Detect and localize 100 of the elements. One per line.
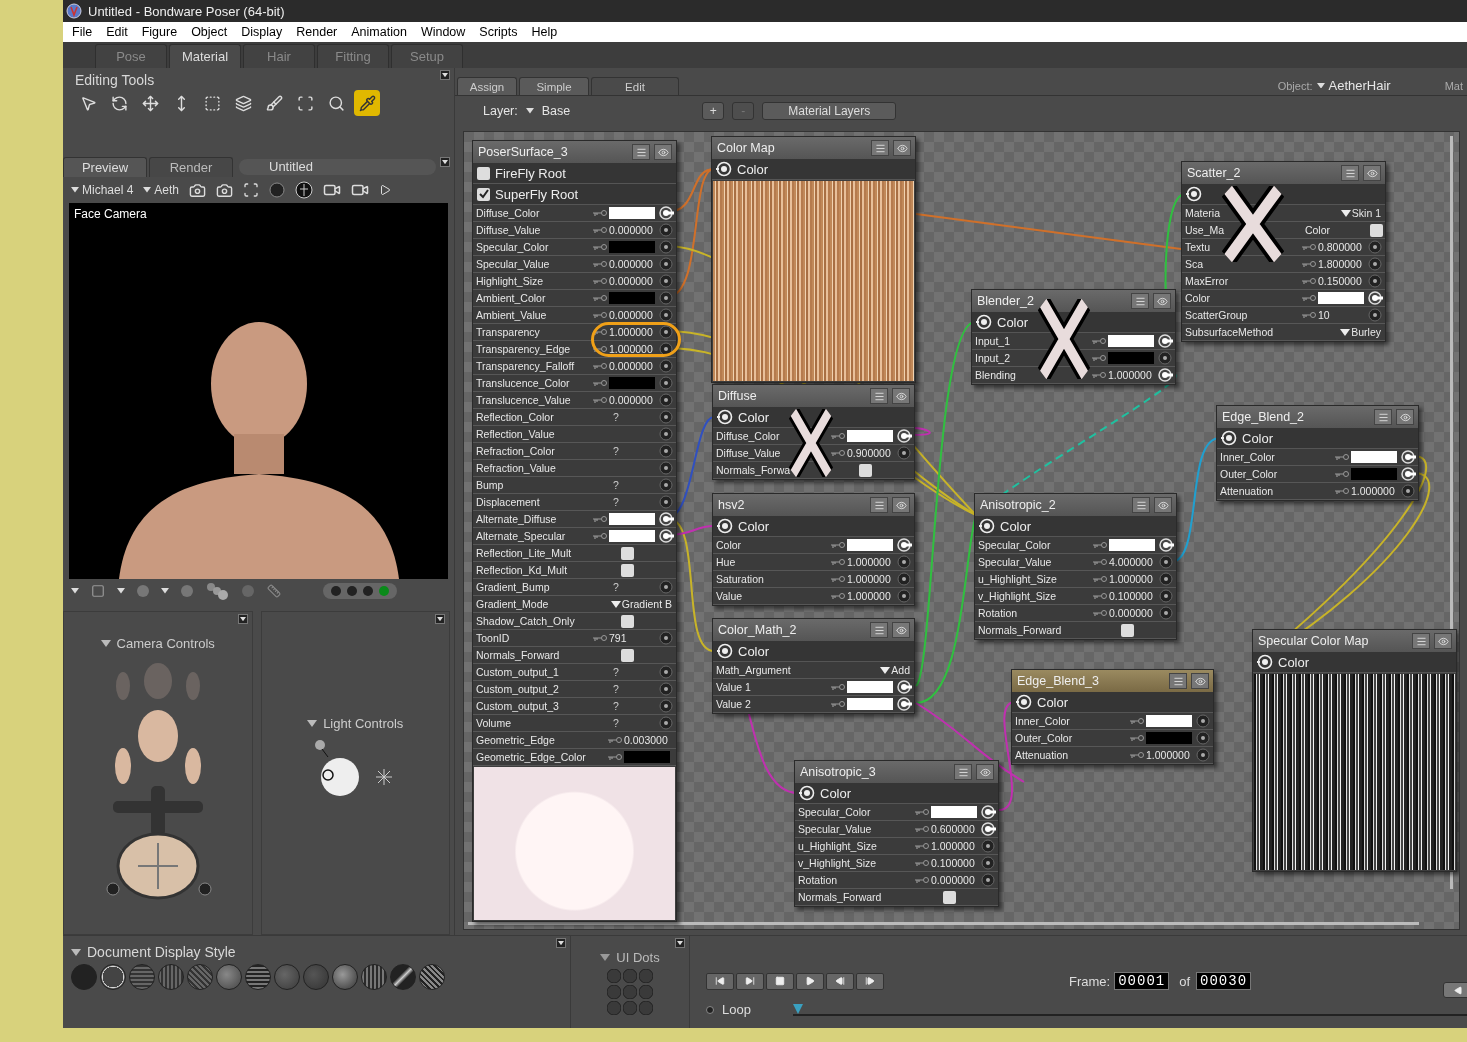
value-field[interactable]: 0.000000 — [609, 360, 659, 372]
color-swatch[interactable] — [609, 292, 655, 304]
eye-icon[interactable] — [892, 622, 910, 638]
editor-tab[interactable]: Simple — [519, 77, 589, 95]
value-field[interactable]: 791 — [609, 632, 659, 644]
eye-icon[interactable] — [892, 497, 910, 513]
color-swatch[interactable] — [1108, 335, 1154, 347]
value-field[interactable]: 1.000000 — [847, 556, 897, 568]
socket-icon[interactable] — [659, 342, 674, 356]
socket-icon[interactable] — [897, 572, 912, 586]
socket-icon[interactable] — [659, 257, 674, 271]
checkbox[interactable] — [477, 166, 490, 180]
layer-dropdown[interactable]: Base — [541, 104, 571, 118]
socket-icon[interactable] — [659, 393, 674, 407]
plug-icon[interactable] — [659, 529, 674, 543]
playback-button[interactable] — [706, 972, 734, 990]
menu-item[interactable]: Figure — [134, 25, 185, 39]
socket-icon[interactable] — [659, 699, 674, 713]
checkbox[interactable] — [943, 890, 956, 904]
value-field[interactable]: 1.800000 — [1318, 258, 1368, 270]
color-swatch[interactable] — [931, 806, 977, 818]
socket-icon[interactable] — [659, 376, 674, 390]
menu-item[interactable]: Help — [524, 25, 565, 39]
node-header[interactable]: Diffuse — [713, 385, 914, 407]
eye-icon[interactable] — [654, 144, 672, 160]
socket-icon[interactable] — [1368, 274, 1383, 288]
socket-icon[interactable] — [659, 308, 674, 322]
value-field[interactable]: 1.000000 — [931, 840, 981, 852]
checkbox[interactable] — [621, 546, 634, 560]
output-socket-icon[interactable] — [1221, 430, 1237, 446]
plug-icon[interactable] — [659, 512, 674, 526]
socket-icon[interactable] — [897, 555, 912, 569]
shader-node[interactable]: Blender_2 Color Input_1 Input_2 Blending 1.000000 — [971, 289, 1176, 385]
camera-icon[interactable] — [216, 181, 234, 199]
value-field[interactable]: 0.900000 — [847, 447, 897, 459]
socket-icon[interactable] — [659, 631, 674, 645]
image-node[interactable]: Color Map Color — [711, 136, 916, 383]
play-icon[interactable] — [379, 184, 392, 196]
menu-item[interactable]: Render — [289, 25, 345, 39]
menu-item[interactable]: File — [65, 25, 100, 39]
playback-button[interactable] — [766, 972, 794, 990]
checkbox[interactable] — [621, 563, 634, 577]
value-field[interactable]: 1.000000 — [609, 343, 659, 355]
socket-icon[interactable] — [659, 427, 674, 441]
socket-icon[interactable] — [981, 873, 996, 887]
eye-icon[interactable] — [1154, 497, 1172, 513]
plug-icon[interactable] — [1158, 334, 1173, 348]
color-swatch[interactable] — [1146, 732, 1192, 744]
preview-tab[interactable]: Preview — [63, 157, 147, 177]
value-field[interactable]: 0.100000 — [1109, 590, 1159, 602]
node-header[interactable]: Edge_Blend_3 — [1012, 670, 1213, 692]
value-field[interactable]: 0.000000 — [609, 224, 659, 236]
playback-button[interactable] — [736, 972, 764, 990]
node-header[interactable]: Color Map — [712, 137, 915, 159]
value-field[interactable]: 0.000000 — [609, 309, 659, 321]
list-icon[interactable] — [870, 388, 888, 404]
tool-button[interactable] — [354, 90, 380, 116]
plug-icon[interactable] — [897, 538, 912, 552]
socket-icon[interactable] — [981, 856, 996, 870]
value-field[interactable]: 0.600000 — [931, 823, 981, 835]
value-field[interactable]: 0.003000 — [624, 734, 674, 746]
panel-menu-icon[interactable] — [556, 938, 566, 948]
plug-icon[interactable] — [1401, 450, 1416, 464]
eye-icon[interactable] — [893, 140, 911, 156]
socket-icon[interactable] — [659, 495, 674, 509]
value-field[interactable]: 1.000000 — [609, 326, 659, 338]
list-icon[interactable] — [1374, 409, 1392, 425]
display-style-button[interactable] — [419, 964, 445, 990]
square-icon[interactable] — [91, 584, 105, 598]
socket-icon[interactable] — [1159, 589, 1174, 603]
node-header[interactable]: Edge_Blend_2 — [1217, 406, 1418, 428]
shader-node[interactable]: Edge_Blend_2 Color Inner_Color Outer_Color Attenuation 1.000000 — [1216, 405, 1419, 501]
value-field[interactable]: 0.000000 — [1109, 607, 1159, 619]
node-header[interactable]: Specular Color Map — [1253, 630, 1456, 652]
value-field[interactable]: 1.000000 — [1109, 573, 1159, 585]
node-header[interactable]: hsv2 — [713, 494, 914, 516]
preview-tab[interactable]: Render — [149, 157, 233, 177]
plug-icon[interactable] — [659, 206, 674, 220]
shader-node[interactable]: Anisotropic_2 Color Specular_Color Specular_Value 4.000000 u_Highlight_Size 1.000000 v_Highlight_Size 0.100000 Rotation 0.000000 Normals_Forward — [974, 493, 1177, 640]
panel-menu-icon[interactable] — [237, 614, 248, 624]
value-field[interactable]: 1.000000 — [1351, 485, 1401, 497]
output-socket-icon[interactable] — [717, 643, 733, 659]
playback-button[interactable] — [826, 972, 854, 990]
node-header[interactable]: Scatter_2 — [1182, 162, 1385, 184]
output-socket-icon[interactable] — [717, 518, 733, 534]
checkbox[interactable] — [1370, 223, 1383, 237]
socket-icon[interactable] — [1196, 731, 1211, 745]
socket-icon[interactable] — [897, 589, 912, 603]
prop-dropdown[interactable]: Aeth — [143, 183, 180, 197]
color-swatch[interactable] — [847, 539, 893, 551]
checkbox[interactable] — [621, 648, 634, 662]
value-field[interactable]: 0.000000 — [609, 258, 659, 270]
color-swatch[interactable] — [624, 751, 670, 763]
socket-icon[interactable] — [659, 444, 674, 458]
socket-icon[interactable] — [659, 325, 674, 339]
horizontal-scrollbar[interactable] — [468, 922, 1419, 925]
socket-icon[interactable] — [981, 839, 996, 853]
node-header[interactable]: Anisotropic_2 — [975, 494, 1176, 516]
figure-dropdown[interactable]: Michael 4 — [71, 183, 134, 197]
shader-node[interactable]: Diffuse Color Diffuse_Color Diffuse_Value 0.900000 Normals_Forwa — [712, 384, 915, 480]
